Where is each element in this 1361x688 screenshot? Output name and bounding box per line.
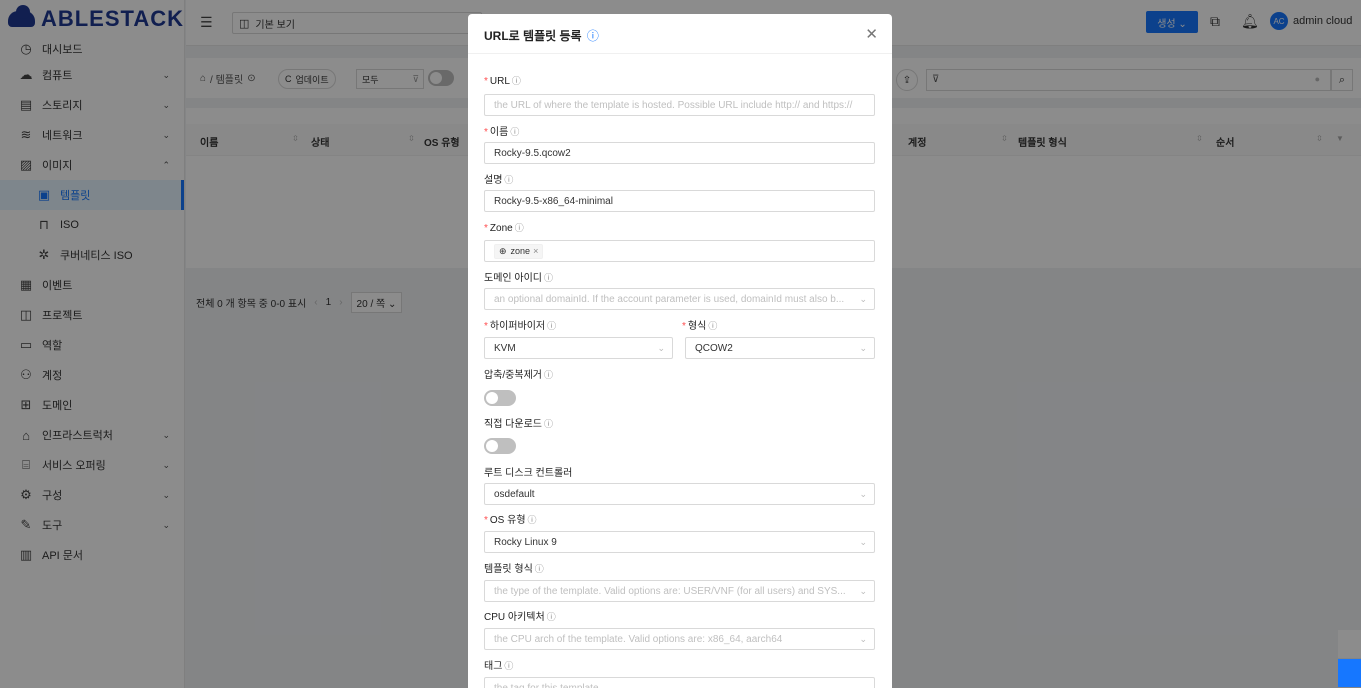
info-icon: ⓘ: [543, 419, 553, 429]
help-icon[interactable]: ⓘ: [587, 29, 599, 43]
os-type-label: * OS 유형 ⓘ: [484, 515, 537, 526]
info-icon: ⓘ: [708, 321, 718, 331]
zone-tag-label: zone: [510, 246, 531, 256]
format-select[interactable]: QCOW2 ⌄: [685, 337, 875, 359]
chevron-down-icon: ⌄: [859, 633, 867, 644]
chevron-down-icon: ⌄: [859, 585, 867, 596]
remove-tag-icon[interactable]: ×: [533, 246, 538, 256]
info-icon: ⓘ: [504, 175, 514, 185]
cpu-arch-select[interactable]: the CPU arch of the template. Valid opti…: [484, 628, 875, 650]
tag-label: 태그 ⓘ: [484, 661, 514, 672]
tag-input[interactable]: the tag for this template: [484, 677, 875, 688]
description-input[interactable]: Rocky-9.5-x86_64-minimal: [484, 190, 875, 212]
info-icon: ⓘ: [511, 76, 521, 86]
url-label: * URL ⓘ: [484, 76, 521, 87]
info-icon: ⓘ: [514, 223, 524, 233]
zone-label: * Zone ⓘ: [484, 223, 524, 234]
compress-toggle[interactable]: [484, 390, 516, 406]
direct-download-toggle[interactable]: [484, 438, 516, 454]
compress-label: 압축/중복제거 ⓘ: [484, 370, 553, 381]
info-icon: ⓘ: [510, 127, 520, 137]
domain-label: 도메인 아이디 ⓘ: [484, 273, 553, 284]
url-input[interactable]: the URL of where the template is hosted.…: [484, 94, 875, 116]
direct-download-label: 직접 다운로드 ⓘ: [484, 419, 553, 430]
zone-tag: ⊕ zone ×: [494, 243, 544, 259]
modal-header: URL로 템플릿 등록 ⓘ ✕: [468, 14, 892, 54]
floating-tool-icon[interactable]: [1338, 630, 1361, 658]
chevron-down-icon: ⌄: [859, 536, 867, 547]
chevron-down-icon: ⌄: [657, 342, 665, 353]
info-icon: ⓘ: [504, 661, 514, 671]
hypervisor-select[interactable]: KVM ⌄: [484, 337, 673, 359]
root-disk-label: 루트 디스크 컨트롤러: [484, 468, 573, 479]
template-type-label: 템플릿 형식 ⓘ: [484, 564, 544, 575]
settings-float-icon[interactable]: [1338, 659, 1361, 687]
modal-title: URL로 템플릿 등록 ⓘ: [484, 27, 599, 44]
cpu-arch-label: CPU 아키텍처 ⓘ: [484, 612, 556, 623]
template-type-select[interactable]: the type of the template. Valid options …: [484, 580, 875, 602]
chevron-down-icon: ⌄: [859, 488, 867, 499]
info-icon: ⓘ: [543, 370, 553, 380]
hypervisor-label: * 하이퍼바이저 ⓘ: [484, 321, 557, 332]
chevron-down-icon: ⌄: [859, 293, 867, 304]
info-icon: ⓘ: [547, 321, 557, 331]
register-template-modal: URL로 템플릿 등록 ⓘ ✕ * URL ⓘ the URL of where t…: [468, 14, 892, 688]
info-icon: ⓘ: [527, 515, 537, 525]
desc-label: 설명 ⓘ: [484, 175, 514, 186]
chevron-down-icon: ⌄: [859, 342, 867, 353]
close-icon[interactable]: ✕: [865, 25, 878, 43]
zone-select[interactable]: ⊕ zone ×: [484, 240, 875, 262]
name-label: * 이름 ⓘ: [484, 127, 520, 138]
modal-title-text: URL로 템플릿 등록: [484, 29, 582, 43]
format-label: * 형식 ⓘ: [682, 321, 718, 332]
info-icon: ⓘ: [534, 564, 544, 574]
info-icon: ⓘ: [543, 273, 553, 283]
root-disk-select[interactable]: osdefault ⌄: [484, 483, 875, 505]
name-input[interactable]: Rocky-9.5.qcow2: [484, 142, 875, 164]
info-icon: ⓘ: [546, 612, 556, 622]
domain-select[interactable]: an optional domainId. If the account par…: [484, 288, 875, 310]
os-type-select[interactable]: Rocky Linux 9 ⌄: [484, 531, 875, 553]
globe-icon: ⊕: [499, 245, 507, 256]
